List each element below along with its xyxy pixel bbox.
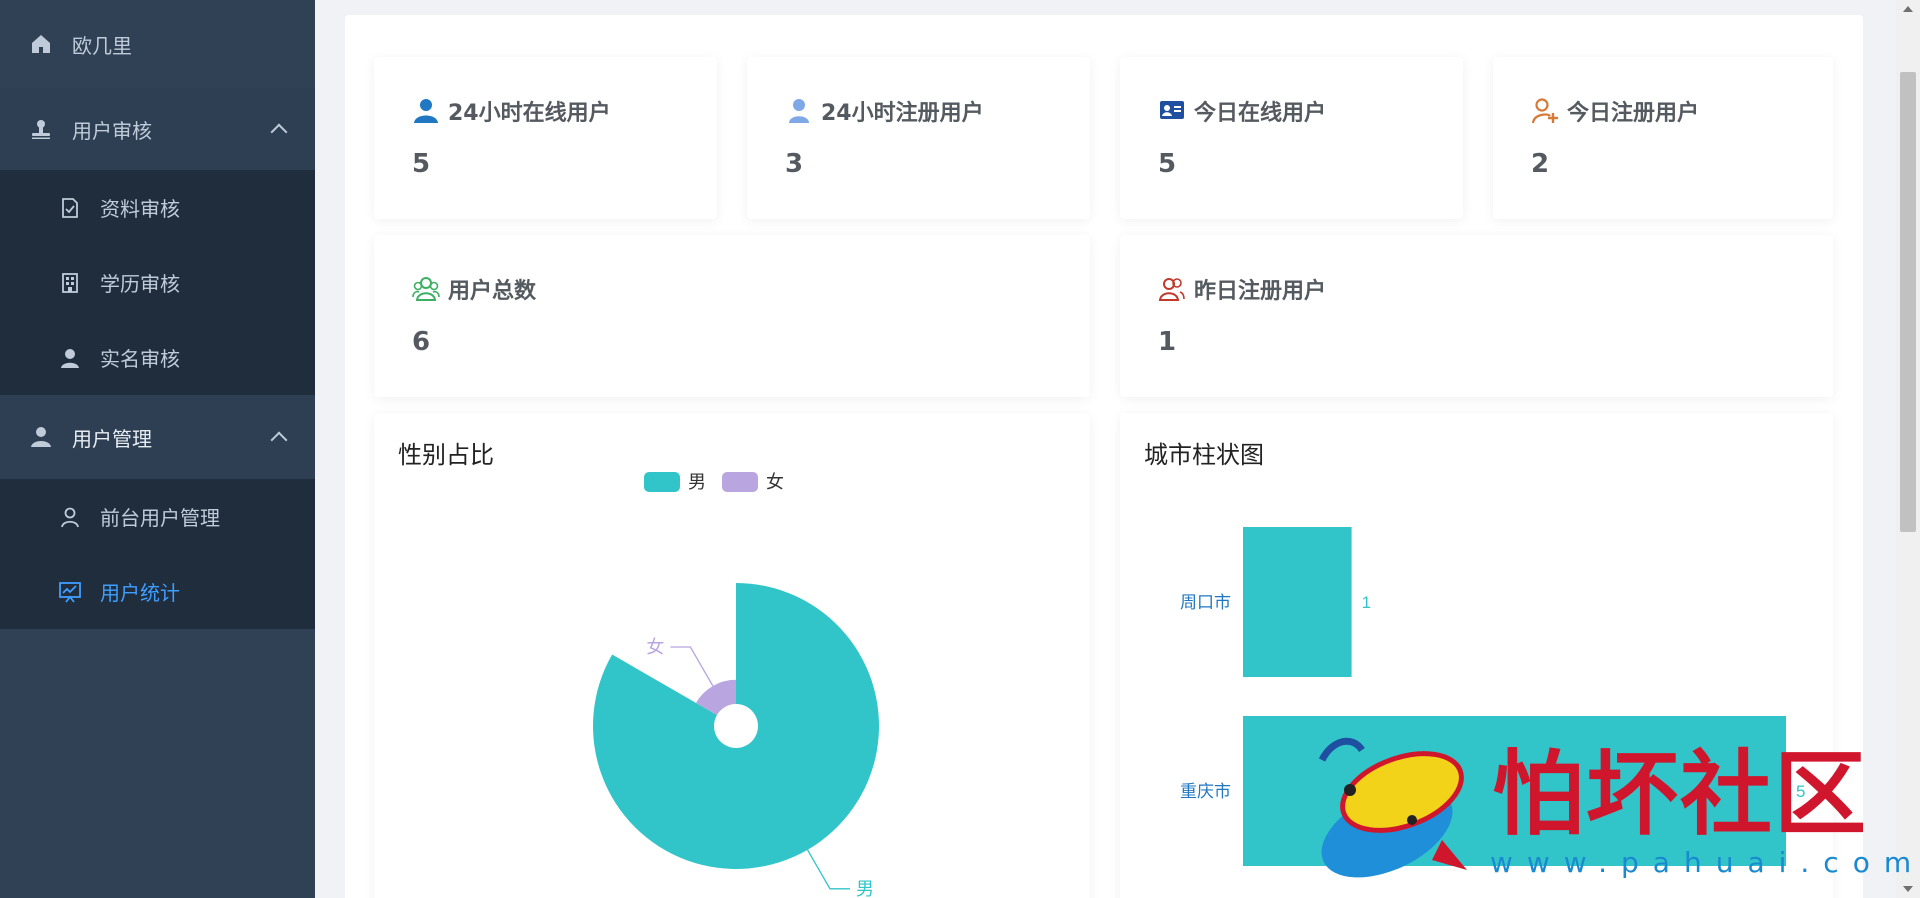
watermark-url: www.pahuai.com [1490,846,1920,879]
sidebar-group-user-review[interactable]: 用户审核 [0,88,315,170]
pie-slice [593,583,879,869]
stat-title: 今日注册用户 [1567,101,1700,126]
sidebar-item-realname-review[interactable]: 实名审核 [0,320,315,395]
submenu-user-management: 前台用户管理 用户统计 [0,479,315,629]
stat-title: 用户总数 [448,279,537,304]
users-outline-icon [1158,275,1186,303]
stat-value: 6 [412,327,431,357]
sidebar-item-label: 资料审核 [100,197,180,221]
user-add-icon [1531,97,1559,125]
watermark-brand: 怕坏社区 [1492,740,1869,848]
chevron-up-icon [270,123,288,141]
stat-card: 今日在线用户 5 [1120,57,1463,219]
users-outline-icon [412,275,440,303]
user-outline-icon [58,505,82,529]
stat-card: 昨日注册用户 1 [1120,235,1833,397]
chart-board-icon [58,580,82,604]
sidebar-item-user-statistics[interactable]: 用户统计 [0,554,315,629]
scroll-up-arrow-icon[interactable] [1903,6,1913,12]
sidebar-group-label: 用户审核 [72,118,152,143]
building-icon [58,271,82,295]
stat-card: 今日注册用户 2 [1493,57,1833,219]
stat-title: 今日在线用户 [1194,101,1327,126]
scroll-thumb[interactable] [1900,72,1916,532]
stat-title: 24小时注册用户 [821,101,984,126]
bar-category-label: 重庆市 [1180,782,1231,801]
sidebar-item-label: 前台用户管理 [100,506,220,530]
stat-card: 24小时注册用户 3 [747,57,1090,219]
stat-card: 用户总数 6 [374,235,1090,397]
watermark: 怕坏社区 www.pahuai.com [1292,720,1912,890]
sidebar-item-label: 实名审核 [100,347,180,371]
legend-label: 男 [688,472,706,492]
user-solid-icon [412,97,440,125]
file-check-icon [58,196,82,220]
sidebar-item-education-review[interactable]: 学历审核 [0,245,315,320]
gender-pie-chart: 男女男女 [593,472,879,898]
bar-category-label: 周口市 [1180,593,1231,612]
fish-logo-icon [1318,737,1467,878]
stat-value: 5 [412,149,431,179]
id-card-icon [1158,97,1186,125]
sidebar-item-frontend-users[interactable]: 前台用户管理 [0,479,315,554]
sidebar-item-label: 用户统计 [100,581,180,605]
sidebar-group-label: 用户管理 [72,426,152,451]
sidebar-group-user-management[interactable]: 用户管理 [0,395,315,479]
home-icon [28,31,54,57]
user-icon [28,424,54,450]
stat-value: 5 [1158,149,1177,179]
pie-label: 男 [856,879,874,898]
stamp-icon [28,116,54,142]
pie-label-line [806,849,850,890]
legend-swatch [644,472,680,492]
submenu-user-review: 资料审核 学历审核 实名审核 [0,170,315,395]
stat-value: 1 [1158,327,1177,357]
sidebar-item-home[interactable]: 欧几里 [0,0,315,88]
sidebar-item-label: 欧几里 [72,33,132,58]
sidebar-item-profile-review[interactable]: 资料审核 [0,170,315,245]
legend-swatch [722,472,758,492]
pie-label-line [670,646,714,687]
sidebar-item-label: 学历审核 [100,272,180,296]
stat-title: 昨日注册用户 [1194,279,1327,304]
bar [1243,527,1352,677]
pie-label: 女 [646,637,664,657]
sidebar: 欧几里 用户审核 资料审核 学历审核 实名审核 用户管理 前台用户管理 用户统计 [0,0,315,898]
stat-value: 3 [785,149,804,179]
bar-value-label: 1 [1362,593,1371,612]
gender-chart-card: 性别占比 男女男女 [374,413,1090,898]
legend-label: 女 [766,472,784,492]
user-light-icon [785,97,813,125]
stat-title: 24小时在线用户 [448,101,611,126]
stat-value: 2 [1531,149,1550,179]
chevron-up-icon [270,431,288,449]
stat-card: 24小时在线用户 5 [374,57,717,219]
user-icon [58,346,82,370]
